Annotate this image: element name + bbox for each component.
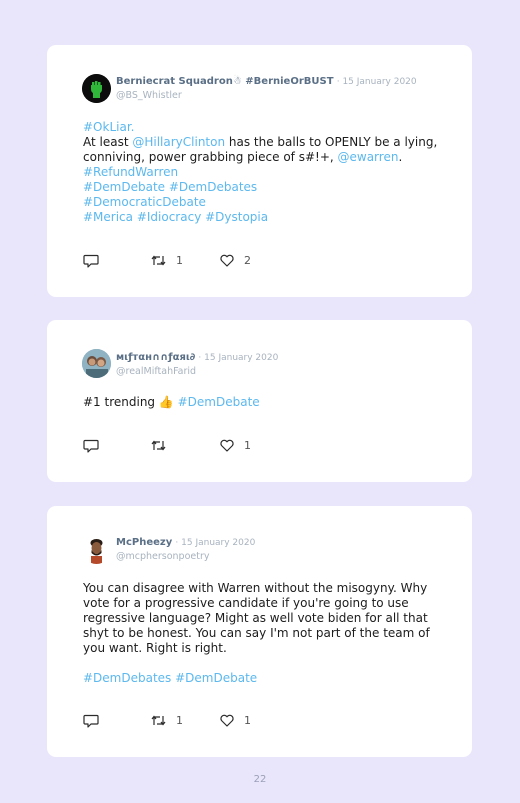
like-button[interactable]: 2 (219, 252, 251, 268)
retweet-count: 1 (176, 253, 183, 267)
retweet-button[interactable]: 1 (150, 252, 183, 268)
heart-icon (220, 439, 234, 452)
hashtag-link[interactable]: #DemDebate #DemDebates (83, 180, 453, 195)
reply-button[interactable] (83, 712, 99, 728)
tweet-card: McPheezy · 15 January 2020 @mcphersonpoe… (47, 506, 472, 757)
retweet-icon (151, 715, 166, 725)
tweet-card: мιƒтαн∩∩ƒαяι∂ · 15 January 2020 @realMif… (47, 320, 472, 482)
author-handle[interactable]: @realMiftahFarid (116, 365, 278, 378)
retweet-icon (151, 255, 166, 265)
tweet-text: #1 trending 👍 #DemDebate (83, 395, 260, 409)
tweet-header: McPheezy · 15 January 2020 @mcphersonpoe… (116, 536, 255, 563)
like-count: 1 (244, 713, 251, 727)
heart-icon (220, 254, 234, 267)
like-button[interactable]: 1 (219, 712, 251, 728)
like-count: 2 (244, 253, 251, 267)
avatar[interactable] (82, 535, 111, 564)
tweet-actions: 1 2 (83, 252, 383, 268)
author-handle[interactable]: @mcphersonpoetry (116, 550, 255, 563)
avatar[interactable] (82, 74, 111, 103)
retweet-count: 1 (176, 713, 183, 727)
hashtag-link[interactable]: #DemDebate (178, 395, 260, 409)
tweet-header: мιƒтαн∩∩ƒαяι∂ · 15 January 2020 @realMif… (116, 351, 278, 378)
tweet-actions: 1 (83, 437, 383, 453)
tweet-card: Berniecrat Squadron☃ #BernieOrBUST · 15 … (47, 45, 472, 297)
author-name[interactable]: мιƒтαн∩∩ƒαяι∂ (116, 352, 195, 363)
reply-button[interactable] (83, 252, 99, 268)
mention-link[interactable]: @HillaryClinton (132, 135, 225, 149)
like-button[interactable]: 1 (219, 437, 251, 453)
reply-button[interactable] (83, 437, 99, 453)
reply-icon (83, 714, 99, 728)
hashtag-link[interactable]: #RefundWarren (83, 165, 453, 180)
author-name[interactable]: McPheezy (116, 537, 172, 548)
reply-icon (83, 439, 99, 453)
hashtag-link[interactable]: #OkLiar. (83, 120, 453, 135)
mention-link[interactable]: @ewarren (338, 150, 399, 164)
tweet-text: You can disagree with Warren without the… (83, 581, 453, 686)
profile-photo-icon (82, 535, 111, 564)
fist-logo-icon (82, 74, 111, 103)
tweet-actions: 1 1 (83, 712, 383, 728)
profile-photo-icon (82, 349, 111, 378)
retweet-button[interactable] (150, 437, 176, 453)
author-handle[interactable]: @BS_Whistler (116, 89, 417, 102)
reply-icon (83, 254, 99, 268)
heart-icon (220, 714, 234, 727)
author-name[interactable]: Berniecrat Squadron☃ #BernieOrBUST (116, 76, 334, 87)
hashtag-link[interactable]: #Merica #Idiocracy #Dystopia (83, 210, 453, 225)
hashtag-link[interactable]: #DemocraticDebate (83, 195, 453, 210)
retweet-icon (151, 440, 166, 450)
hashtag-link[interactable]: #DemDebates #DemDebate (83, 671, 453, 686)
avatar[interactable] (82, 349, 111, 378)
tweet-header: Berniecrat Squadron☃ #BernieOrBUST · 15 … (116, 75, 417, 102)
tweet-date[interactable]: · 15 January 2020 (198, 353, 278, 363)
tweet-date[interactable]: · 15 January 2020 (337, 77, 417, 87)
tweet-date[interactable]: · 15 January 2020 (175, 538, 255, 548)
page-number: 22 (253, 774, 267, 785)
like-count: 1 (244, 438, 251, 452)
retweet-button[interactable]: 1 (150, 712, 183, 728)
tweet-text: #OkLiar. At least @HillaryClinton has th… (83, 120, 453, 225)
